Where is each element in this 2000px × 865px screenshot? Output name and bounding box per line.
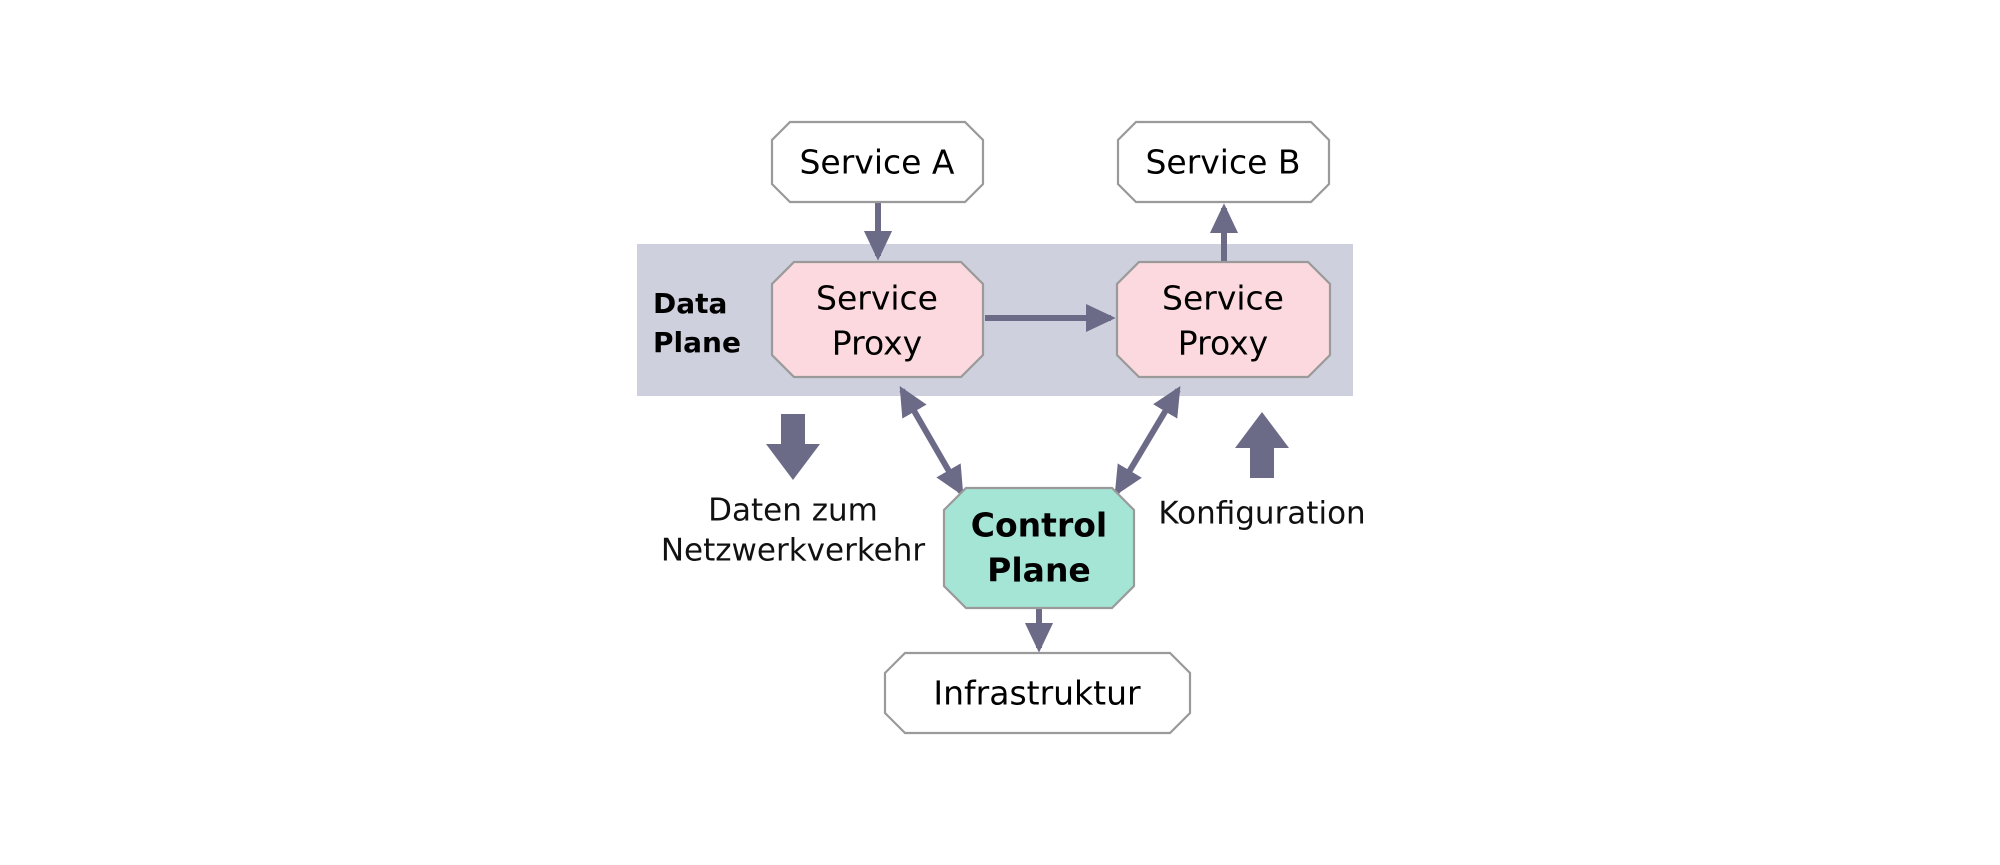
node-control-plane-label-line1: Control [971, 506, 1107, 545]
node-control-plane-label-line2: Plane [987, 551, 1091, 590]
connector-control-plane-to-proxy-right [1114, 385, 1181, 497]
node-infrastruktur-label: Infrastruktur [933, 674, 1141, 713]
caption-data-traffic-line2: Netzwerkverkehr [661, 533, 926, 569]
caption-configuration: Konfiguration [1158, 496, 1365, 532]
data-plane-label-line1: Data [653, 287, 727, 320]
diagram-canvas: Data Plane Service A Service B Service P… [0, 0, 2000, 865]
data-plane-label-line2: Plane [653, 326, 741, 359]
node-service-a-label: Service A [799, 143, 954, 182]
node-service-b-label: Service B [1145, 143, 1300, 182]
node-service-proxy-right-label-line2: Proxy [1178, 324, 1268, 363]
node-service-proxy-right-label-line1: Service [1162, 279, 1284, 318]
data-traffic-block-arrow-icon [766, 414, 820, 480]
configuration-block-arrow-icon [1235, 412, 1289, 478]
connector-control-plane-to-proxy-left [899, 385, 964, 497]
service-mesh-diagram: Data Plane Service A Service B Service P… [637, 120, 1366, 735]
caption-data-traffic-line1: Daten zum [708, 493, 878, 529]
node-service-proxy-left-label-line1: Service [816, 279, 938, 318]
node-service-proxy-left-label-line2: Proxy [832, 324, 922, 363]
